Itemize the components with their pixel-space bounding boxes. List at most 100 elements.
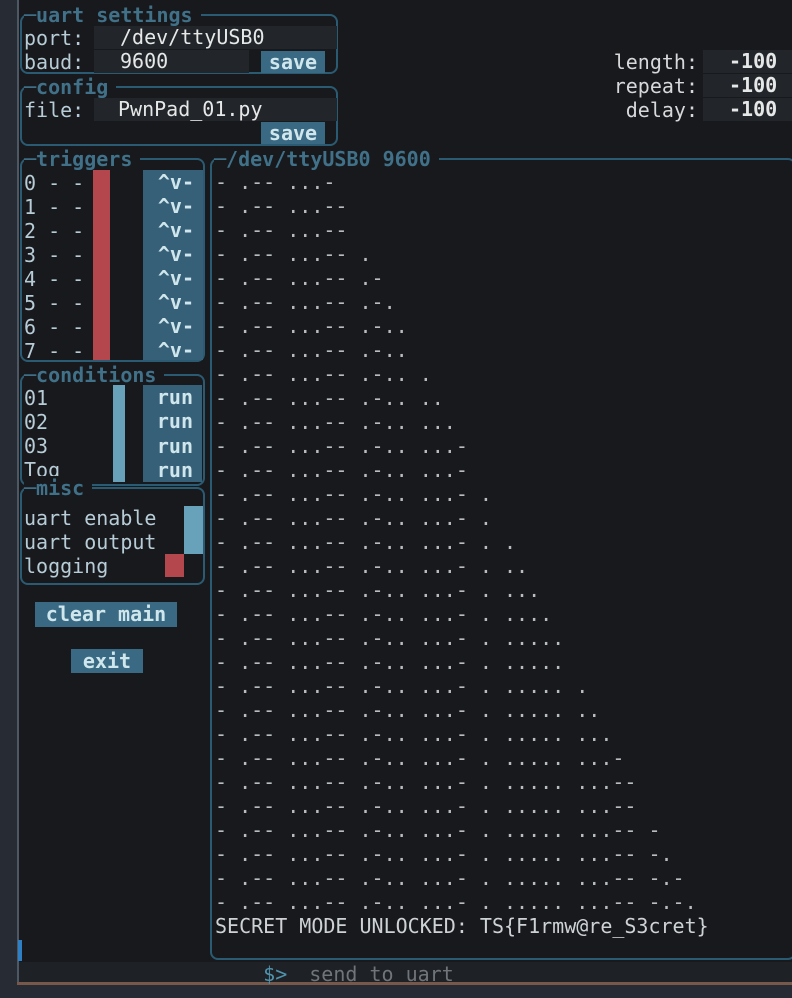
- trigger-updown-control[interactable]: ^v-: [143, 170, 203, 194]
- morse-output-line: - .-- ...-- .-.. ...- . ..... ...: [215, 722, 785, 746]
- trigger-updown-control[interactable]: ^v-: [143, 338, 203, 362]
- trigger-row-label: 4 - -: [24, 267, 90, 291]
- morse-output-line: - .-- ...-- .-.. ...- . .....: [215, 650, 785, 674]
- morse-output-line: - .-- ...-- .-.. ...: [215, 410, 785, 434]
- trigger-updown-control[interactable]: ^v-: [143, 194, 203, 218]
- trigger-row-label: 0 - -: [24, 171, 90, 195]
- param-input[interactable]: -100: [703, 50, 792, 73]
- morse-output-line: - .-- ...-- .-.. .: [215, 362, 785, 386]
- morse-output-line: - .-- ...-- .-.. ...- . .....: [215, 626, 785, 650]
- trigger-row-label: 3 - -: [24, 243, 90, 267]
- window-edge-line: [17, 0, 19, 982]
- morse-output-line: - .-- ...-- .-.. ...-: [215, 434, 785, 458]
- param-label: repeat:: [560, 74, 698, 98]
- morse-output-line: - .-- ...-- .-.. ...- . ..... .: [215, 674, 785, 698]
- param-label: delay:: [560, 98, 698, 122]
- morse-output-line: - .-- ...-- .-.. ..: [215, 386, 785, 410]
- morse-output-line: - .-- ...-- .-.. ...- . ..... ...--: [215, 794, 785, 818]
- morse-output-line: - .-- ...-- .-.. ...- .: [215, 506, 785, 530]
- morse-output-line: - .-- ...-- .-.. ...- . ..... ..: [215, 698, 785, 722]
- morse-output-line: - .-- ...-- .-.. ...- . ..: [215, 554, 785, 578]
- trigger-updown-control[interactable]: ^v-: [143, 242, 203, 266]
- morse-output-line: - .-- ...-- .-.. ...- . ..... ...-: [215, 746, 785, 770]
- condition-run-button[interactable]: run: [143, 458, 202, 482]
- condition-run-buttons: runrunrunrun: [143, 385, 202, 482]
- uart-enable-output-toggle[interactable]: [184, 506, 203, 554]
- morse-output-line: - .-- ...-- .-.. ...- .: [215, 482, 785, 506]
- morse-output-line: - .-- ...-- .-.. ...- . .: [215, 530, 785, 554]
- terminal-title: ─/dev/ttyUSB0 9600: [214, 147, 439, 171]
- app-window: ─uart settings port: /dev/ttyUSB0 baud: …: [0, 0, 792, 998]
- param-fields: length: -100 repeat: -100 delay: -100: [560, 50, 792, 122]
- morse-output-line: - .-- ...-- .-.. ...- . ...: [215, 578, 785, 602]
- morse-output-line: - .-- ...-- .-.. ...- . ..... ...--: [215, 770, 785, 794]
- morse-output-line: - .-- ...-: [215, 170, 785, 194]
- trigger-row-labels: 0 - -1 - -2 - -3 - -4 - -5 - -6 - -7 - -: [24, 171, 90, 363]
- prompt-symbol: $>: [263, 962, 287, 986]
- trigger-controls: ^v-^v-^v-^v-^v-^v-^v-^v-: [143, 170, 203, 360]
- trigger-updown-control[interactable]: ^v-: [143, 266, 203, 290]
- morse-output-line: - .-- ...-- .-.: [215, 290, 785, 314]
- exit-button[interactable]: exit: [71, 649, 143, 673]
- morse-output-line: - .-- ...-- .-.. ...- . ..... ...-- -.-: [215, 866, 785, 890]
- conditions-state-bar[interactable]: [113, 385, 125, 482]
- trigger-row-label: 7 - -: [24, 339, 90, 363]
- param-row: delay: -100: [560, 98, 792, 122]
- config-title: ─config: [24, 75, 116, 99]
- condition-row-labels: 010203Tog: [24, 386, 90, 482]
- port-input[interactable]: /dev/ttyUSB0: [94, 26, 337, 49]
- morse-output-line: - .-- ...-- .-: [215, 266, 785, 290]
- misc-item-label: uart enable: [24, 506, 174, 530]
- condition-row-label: 02: [24, 410, 90, 434]
- file-label: file:: [24, 98, 84, 122]
- file-input[interactable]: PwnPad_01.py: [94, 98, 337, 121]
- morse-output-line: - .-- ...-- .: [215, 242, 785, 266]
- misc-item-labels: uart enableuart outputlogging: [24, 506, 174, 578]
- morse-output-line: - .-- ...-- .-.. ...- . ..... ...-- -.-.: [215, 890, 785, 914]
- misc-title: ─misc: [24, 476, 92, 500]
- param-input[interactable]: -100: [703, 74, 792, 97]
- baud-input[interactable]: 9600: [94, 50, 249, 73]
- param-row: length: -100: [560, 50, 792, 74]
- secret-message: SECRET MODE UNLOCKED: TS{F1rmw@re_S3cret…: [215, 914, 709, 938]
- terminal-output: - .-- ...-- .-- ...--- .-- ...--- .-- ..…: [215, 170, 785, 914]
- triggers-title: ─triggers: [24, 147, 140, 171]
- trigger-updown-control[interactable]: ^v-: [143, 314, 203, 338]
- condition-run-button[interactable]: run: [143, 409, 202, 433]
- port-label: port:: [24, 26, 84, 50]
- trigger-row-label: 5 - -: [24, 291, 90, 315]
- uart-save-button[interactable]: save: [261, 51, 325, 73]
- misc-item-label: logging: [24, 554, 174, 578]
- morse-output-line: - .-- ...-- .-..: [215, 314, 785, 338]
- condition-run-button[interactable]: run: [143, 385, 202, 409]
- triggers-state-bar[interactable]: [93, 170, 110, 360]
- trigger-row-label: 1 - -: [24, 195, 90, 219]
- morse-output-line: - .-- ...-- .-.. ...- . ..... ...-- -.: [215, 842, 785, 866]
- cursor-indicator-bar: [18, 940, 22, 961]
- conditions-title: ─conditions: [24, 363, 164, 387]
- trigger-row-label: 6 - -: [24, 315, 90, 339]
- morse-output-line: - .-- ...-- .-.. ...- . ....: [215, 602, 785, 626]
- baud-label: baud:: [24, 50, 84, 74]
- clear-main-button[interactable]: clear main: [35, 602, 177, 627]
- param-input[interactable]: -100: [703, 98, 792, 121]
- condition-row-label: 03: [24, 434, 90, 458]
- logging-toggle[interactable]: [165, 554, 184, 577]
- uart-send-input[interactable]: send to uart: [309, 962, 454, 986]
- condition-row-label: 01: [24, 386, 90, 410]
- param-row: repeat: -100: [560, 74, 792, 98]
- morse-output-line: - .-- ...-- .-..: [215, 338, 785, 362]
- morse-output-line: - .-- ...--: [215, 218, 785, 242]
- morse-output-line: - .-- ...--: [215, 194, 785, 218]
- config-save-button[interactable]: save: [261, 122, 325, 144]
- uart-settings-title: ─uart settings: [24, 3, 201, 27]
- param-label: length:: [560, 50, 698, 74]
- trigger-updown-control[interactable]: ^v-: [143, 218, 203, 242]
- morse-output-line: - .-- ...-- .-.. ...- . ..... ...-- -: [215, 818, 785, 842]
- trigger-row-label: 2 - -: [24, 219, 90, 243]
- uart-send-row: $>send to uart: [215, 938, 454, 962]
- morse-output-line: - .-- ...-- .-.. ...-: [215, 458, 785, 482]
- trigger-updown-control[interactable]: ^v-: [143, 290, 203, 314]
- condition-run-button[interactable]: run: [143, 434, 202, 458]
- misc-item-label: uart output: [24, 530, 174, 554]
